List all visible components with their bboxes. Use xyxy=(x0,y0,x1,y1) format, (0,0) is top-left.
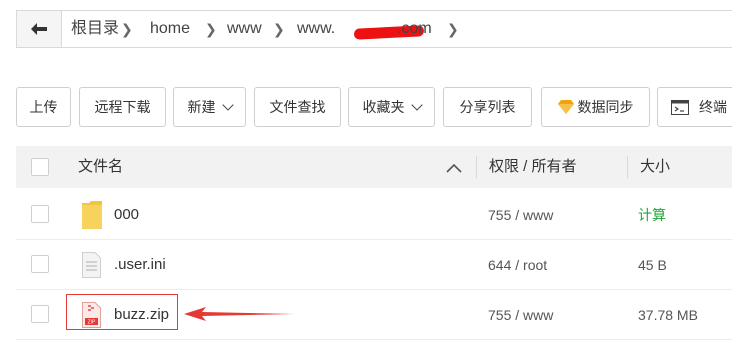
file-permission[interactable]: 755 / www xyxy=(488,190,553,240)
column-divider xyxy=(476,156,477,178)
file-size: 45 B xyxy=(638,257,667,273)
arrow-left-icon xyxy=(31,23,47,35)
chevron-down-icon xyxy=(221,99,234,111)
new-label: 新建 xyxy=(187,99,216,115)
file-name[interactable]: buzz.zip xyxy=(114,290,169,340)
table-row[interactable]: .user.ini 644 / root 45 B xyxy=(16,240,732,290)
chevron-down-icon xyxy=(410,99,423,111)
share-list-button[interactable]: 分享列表 xyxy=(443,87,532,127)
new-dropdown-button[interactable]: 新建 xyxy=(173,87,246,127)
file-permission[interactable]: 644 / root xyxy=(488,240,547,290)
file-search-label: 文件查找 xyxy=(269,99,326,115)
select-all-checkbox[interactable] xyxy=(31,158,49,176)
annotation-arrow xyxy=(184,307,294,321)
upload-label: 上传 xyxy=(29,99,58,115)
breadcrumb-site-prefix[interactable]: www. xyxy=(297,11,335,47)
svg-text:ZIP: ZIP xyxy=(88,320,96,326)
file-name[interactable]: 000 xyxy=(114,190,139,240)
zip-file-icon: ZIP xyxy=(82,302,101,328)
terminal-button[interactable]: 终端 xyxy=(657,87,732,127)
breadcrumb-root[interactable]: 根目录 xyxy=(71,11,119,47)
back-button[interactable] xyxy=(17,11,62,47)
chevron-right-icon: ❯ xyxy=(121,21,133,37)
column-header-name[interactable]: 文件名 xyxy=(78,146,123,188)
remote-download-button[interactable]: 远程下载 xyxy=(79,87,166,127)
column-header-size[interactable]: 大小 xyxy=(640,146,670,188)
row-checkbox[interactable] xyxy=(31,255,49,273)
favorites-dropdown-button[interactable]: 收藏夹 xyxy=(348,87,435,127)
breadcrumb: 根目录 ❯ home ❯ www ❯ www. .com ❯ xyxy=(16,10,732,48)
breadcrumb-www[interactable]: www xyxy=(227,11,262,47)
terminal-icon xyxy=(671,99,689,115)
file-table-header: 文件名 权限 / 所有者 大小 xyxy=(16,146,732,188)
data-sync-label: 数据同步 xyxy=(577,99,634,115)
row-checkbox[interactable] xyxy=(31,305,49,323)
file-name[interactable]: .user.ini xyxy=(114,240,166,290)
file-size: 37.78 MB xyxy=(638,307,698,323)
row-checkbox[interactable] xyxy=(31,205,49,223)
column-divider xyxy=(627,156,628,178)
breadcrumb-home[interactable]: home xyxy=(150,11,190,47)
chevron-right-icon: ❯ xyxy=(273,21,285,37)
remote-download-label: 远程下载 xyxy=(94,99,151,115)
data-sync-button[interactable]: 数据同步 xyxy=(541,87,650,127)
file-search-button[interactable]: 文件查找 xyxy=(254,87,341,127)
chevron-right-icon: ❯ xyxy=(205,21,217,37)
table-row[interactable]: ZIP buzz.zip 755 / www 37.78 MB xyxy=(16,290,732,340)
sort-up-icon[interactable] xyxy=(446,164,462,173)
breadcrumb-site-suffix[interactable]: .com xyxy=(397,11,432,47)
file-icon xyxy=(82,252,101,278)
calculate-size-link[interactable]: 计算 xyxy=(638,190,666,240)
chevron-right-icon: ❯ xyxy=(447,21,459,37)
terminal-label: 终端 xyxy=(699,99,727,115)
folder-icon xyxy=(82,201,102,229)
table-row[interactable]: 000 755 / www 计算 xyxy=(16,190,732,240)
column-header-permission[interactable]: 权限 / 所有者 xyxy=(489,146,577,188)
share-list-label: 分享列表 xyxy=(459,99,516,115)
favorites-label: 收藏夹 xyxy=(362,99,405,115)
diamond-icon xyxy=(557,100,574,114)
file-permission[interactable]: 755 / www xyxy=(488,290,553,340)
upload-button[interactable]: 上传 xyxy=(16,87,71,127)
